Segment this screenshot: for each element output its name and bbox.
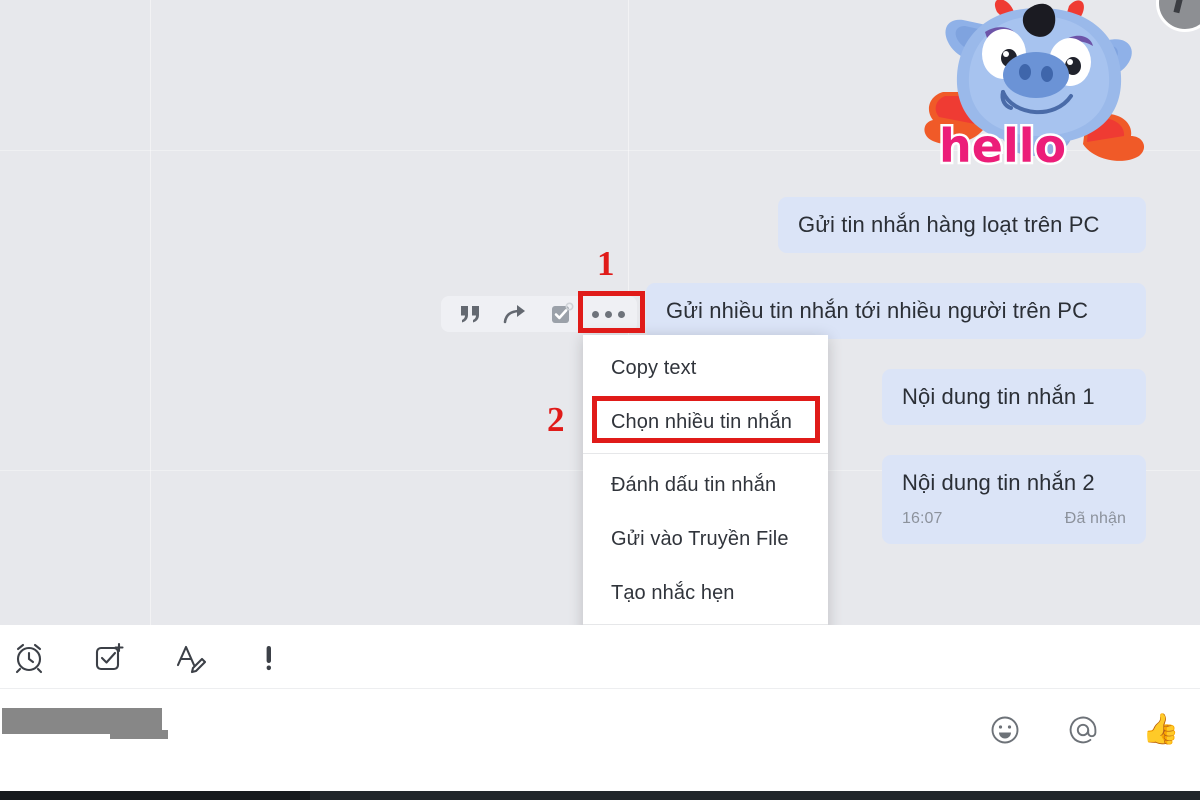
message-text: Nội dung tin nhắn 2 xyxy=(902,470,1095,495)
message-text: Gửi nhiều tin nhắn tới nhiều người trên … xyxy=(666,298,1089,323)
zalo-chat-window: hello Gửi tin nhắn hàng loạt trên PC Gửi… xyxy=(0,0,1200,800)
menu-item-label: Chọn nhiều tin nhắn xyxy=(611,410,792,433)
window-bottom-edge xyxy=(0,791,1200,800)
message-input[interactable]: 👍 xyxy=(0,689,1200,790)
hello-dragon-sticker[interactable]: hello xyxy=(905,0,1173,178)
sticker-caption: hello xyxy=(939,119,1066,173)
mention-at-icon[interactable] xyxy=(1060,707,1106,753)
emoji-icon[interactable] xyxy=(982,707,1028,753)
message-text: Nội dung tin nhắn 1 xyxy=(902,384,1095,409)
todo-checkbox-icon[interactable] xyxy=(86,634,132,680)
annotation-step-1: 1 xyxy=(597,244,615,283)
message-action-toolbar[interactable] xyxy=(441,296,637,332)
menu-item-label: Tạo nhắc hẹn xyxy=(611,581,735,604)
text-format-icon[interactable] xyxy=(166,634,212,680)
more-dots xyxy=(591,310,625,318)
menu-item-label: Đánh dấu tin nhắn xyxy=(611,473,777,496)
composer-toolbar xyxy=(0,625,1200,689)
message-bubble[interactable]: Nội dung tin nhắn 2 16:07 Đã nhận xyxy=(882,455,1146,544)
window-bottom-edge-dark xyxy=(0,791,310,800)
message-text: Gửi tin nhắn hàng loạt trên PC xyxy=(798,212,1100,237)
menu-item-label: Copy text xyxy=(611,356,697,379)
more-options-icon[interactable] xyxy=(585,297,631,331)
background-seam xyxy=(150,0,151,625)
menu-item-create-reminder[interactable]: Tạo nhắc hẹn xyxy=(583,566,828,620)
redacted-placeholder xyxy=(2,708,168,739)
message-bubble[interactable]: Gửi nhiều tin nhắn tới nhiều người trên … xyxy=(646,283,1146,340)
message-composer[interactable]: 👍 xyxy=(0,625,1200,791)
message-bubble[interactable]: Nội dung tin nhắn 1 xyxy=(882,369,1146,426)
reminder-alarm-icon[interactable] xyxy=(6,634,52,680)
menu-item-select-multiple-messages[interactable]: Chọn nhiều tin nhắn xyxy=(583,395,828,449)
message-time: 16:07 xyxy=(902,510,943,528)
quote-icon[interactable] xyxy=(447,297,493,331)
message-context-menu[interactable]: Copy text Chọn nhiều tin nhắn Đánh dấu t… xyxy=(583,335,828,625)
thumbs-up-icon[interactable]: 👍 xyxy=(1138,707,1184,753)
priority-exclamation-icon[interactable] xyxy=(246,634,292,680)
menu-item-send-to-file-transfer[interactable]: Gửi vào Truyền File xyxy=(583,512,828,566)
message-bubble[interactable]: Gửi tin nhắn hàng loạt trên PC xyxy=(778,197,1146,254)
select-message-icon[interactable] xyxy=(539,297,585,331)
chat-message-area[interactable]: hello Gửi tin nhắn hàng loạt trên PC Gửi… xyxy=(0,0,1200,625)
menu-divider xyxy=(583,453,828,454)
menu-item-mark-message[interactable]: Đánh dấu tin nhắn xyxy=(583,458,828,512)
annotation-step-2: 2 xyxy=(547,400,565,439)
message-status: Đã nhận xyxy=(1064,510,1126,528)
forward-icon[interactable] xyxy=(493,297,539,331)
menu-item-copy-text[interactable]: Copy text xyxy=(583,341,828,395)
message-meta: 16:07 Đã nhận xyxy=(902,509,1126,529)
menu-item-label: Gửi vào Truyền File xyxy=(611,527,789,550)
composer-right-actions: 👍 xyxy=(982,707,1184,753)
